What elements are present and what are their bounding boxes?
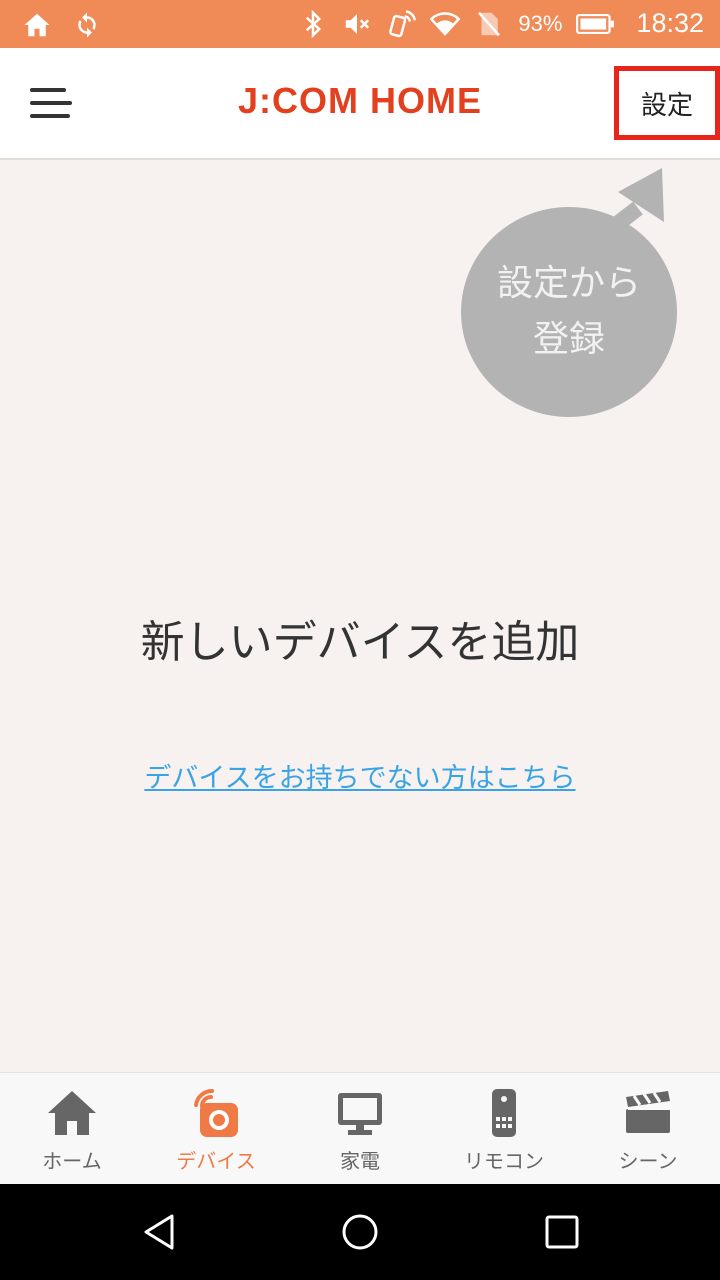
tab-devices[interactable]: デバイス <box>144 1073 288 1185</box>
tab-home[interactable]: ホーム <box>0 1073 144 1185</box>
wifi-icon <box>430 11 461 36</box>
monitor-icon <box>338 1093 382 1135</box>
back-icon[interactable] <box>140 1212 180 1252</box>
status-bar: 93% 18:32 <box>0 0 720 48</box>
bottom-tab-bar: ホーム デバイス 家電 リモコン シーン <box>0 1072 720 1184</box>
home-icon <box>24 13 50 37</box>
sync-icon <box>78 12 96 38</box>
add-device-title: 新しいデバイスを追加 <box>140 617 580 668</box>
battery-icon <box>576 13 615 34</box>
remote-icon <box>492 1089 516 1137</box>
clapperboard-icon <box>626 1091 670 1133</box>
tab-label: 家電 <box>340 1149 380 1173</box>
hint-line-2: 登録 <box>532 319 605 360</box>
no-device-link[interactable]: デバイスをお持ちでない方はこちら <box>0 756 720 795</box>
bluetooth-icon <box>306 9 322 38</box>
tab-label: ホーム <box>42 1149 102 1173</box>
system-navigation-bar <box>0 1184 720 1280</box>
mute-icon <box>346 13 370 34</box>
app-header: J:COM HOME 設定 <box>0 48 720 160</box>
tab-scenes[interactable]: シーン <box>576 1073 720 1185</box>
tab-label: デバイス <box>176 1149 256 1173</box>
main-content: 設定から 登録 新しいデバイスを追加 デバイスをお持ちでない方はこちら <box>0 160 720 1072</box>
tab-label: リモコン <box>464 1149 544 1173</box>
settings-button[interactable]: 設定 <box>614 66 720 140</box>
battery-percent: 93% <box>518 10 563 36</box>
hint-line-1: 設定から <box>496 263 641 304</box>
recents-icon[interactable] <box>542 1212 582 1252</box>
nfc-icon <box>389 9 417 37</box>
tab-appliances[interactable]: 家電 <box>288 1073 432 1185</box>
clock: 18:32 <box>636 8 704 38</box>
device-icon <box>194 1088 238 1137</box>
no-sim-icon <box>478 11 501 36</box>
home-circle-icon[interactable] <box>340 1212 380 1252</box>
tab-label: シーン <box>618 1149 678 1173</box>
home-icon <box>48 1091 96 1135</box>
settings-hint-badge: 設定から 登録 <box>461 207 677 417</box>
tab-remote[interactable]: リモコン <box>432 1073 576 1185</box>
app-logo: J:COM HOME <box>238 80 482 121</box>
